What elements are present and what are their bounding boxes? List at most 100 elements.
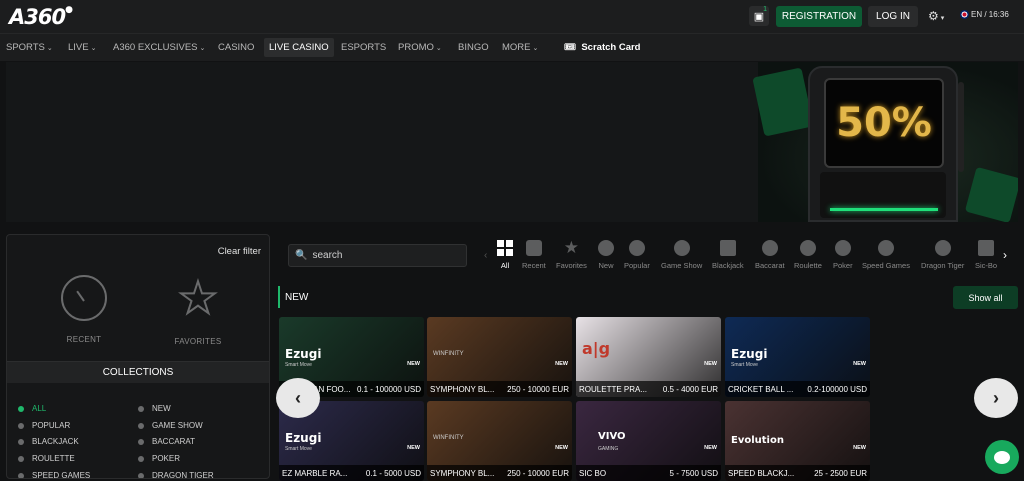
settings-button[interactable]: ⚙ ▾ (928, 9, 944, 23)
provider-logo: Ezugi (731, 347, 768, 361)
chevron-down-icon: ⌄ (199, 45, 206, 52)
slot-machine-illustration: 50% (808, 66, 958, 222)
gift-box-decoration (964, 166, 1018, 222)
show-all-button[interactable]: Show all (953, 286, 1018, 309)
search-input[interactable] (312, 250, 463, 261)
game-limits: 0.1 - 5000 USD (365, 468, 421, 478)
new-badge: NEW (853, 361, 866, 367)
new-badge: NEW (704, 361, 717, 367)
collection-baccarat[interactable]: BACCARAT (138, 437, 195, 446)
language-label: EN / 16:36 (971, 10, 1009, 19)
game-limits: 250 - 10000 EUR (507, 468, 569, 478)
chevron-left-icon: ‹ (295, 387, 301, 408)
search-box[interactable]: 🔍 (288, 244, 467, 267)
recent-filter[interactable]: RECENT (39, 275, 129, 344)
category-speed-games[interactable]: Speed Games (862, 240, 910, 270)
provider-sub: Smart Move (285, 446, 312, 452)
category-all[interactable]: All (497, 240, 513, 270)
game-tile[interactable]: Evolution NEW SPEED BLACKJ... 25 - 2500 E… (725, 401, 870, 481)
game-tile[interactable]: WINFINITY NEW SYMPHONY BL... 250 - 10000 … (427, 317, 572, 397)
collection-speed-games[interactable]: SPEED GAMES (18, 471, 90, 478)
new-badge-icon (598, 240, 614, 256)
clear-filter-link[interactable]: Clear filter (218, 246, 261, 257)
promo-banner[interactable]: 50% (6, 62, 1018, 222)
new-badge: NEW (555, 445, 568, 451)
provider-sub: Smart Move (731, 362, 758, 368)
section-title: NEW (278, 286, 308, 308)
category-next-button[interactable]: › (1003, 248, 1007, 262)
dragon-icon (934, 240, 951, 256)
game-tile[interactable]: WINFINITY NEW SYMPHONY BL... 250 - 10000 … (427, 401, 572, 481)
game-caption: ROULETTE PRA... 0.5 - 4000 EUR (576, 381, 721, 397)
chevron-down-icon: ⌄ (435, 45, 442, 52)
carousel-next-button[interactable]: › (974, 378, 1018, 418)
language-selector[interactable]: EN / 16:36 (960, 10, 1009, 19)
nav-more[interactable]: MORE ⌄ (502, 42, 538, 53)
category-blackjack[interactable]: Blackjack (712, 240, 744, 270)
category-recent[interactable]: Recent (522, 240, 546, 270)
game-tile[interactable]: a|g NEW ROULETTE PRA... 0.5 - 4000 EUR (576, 317, 721, 397)
provider-sub: WINFINITY (433, 435, 464, 441)
gift-count-badge: 1 (763, 6, 767, 13)
category-roulette[interactable]: Roulette (794, 240, 822, 270)
new-badge: NEW (555, 361, 568, 367)
game-caption: SYMPHONY BL... 250 - 10000 EUR (427, 381, 572, 397)
collection-dragon-tiger[interactable]: DRAGON TIGER (138, 471, 214, 478)
game-name: ROULETTE PRA... (579, 384, 648, 394)
chevron-down-icon: ⌄ (90, 45, 97, 52)
collection-poker[interactable]: POKER (138, 454, 180, 463)
chevron-down-icon: ▾ (940, 15, 945, 22)
nav-a360-exclusives[interactable]: A360 EXCLUSIVES ⌄ (113, 42, 205, 53)
baccarat-icon (761, 240, 778, 256)
nav-promo[interactable]: PROMO ⌄ (398, 42, 442, 53)
category-poker[interactable]: Poker (833, 240, 853, 270)
slot-lever (958, 82, 964, 172)
favorites-label: FAVORITES (174, 337, 222, 346)
category-dragon-tiger[interactable]: Dragon Tiger (921, 240, 964, 270)
game-limits: 0.5 - 4000 EUR (662, 384, 718, 394)
game-limits: 0.2-100000 USD (807, 384, 867, 394)
category-prev-button[interactable]: ‹ (484, 250, 487, 261)
nav-scratch-card[interactable]: 🎟 Scratch Card (564, 42, 640, 53)
game-name: SIC BO (579, 468, 607, 478)
category-popular[interactable]: Popular (624, 240, 650, 270)
category-game-show[interactable]: Game Show (661, 240, 702, 270)
category-baccarat[interactable]: Baccarat (755, 240, 785, 270)
category-sic-bo[interactable]: Sic-Bo (975, 240, 997, 270)
game-tile[interactable]: Ezugi Smart Move NEW CRICKET BALL ... 0.2… (725, 317, 870, 397)
registration-button[interactable]: REGISTRATION (776, 6, 862, 27)
favorites-filter[interactable]: ★ FAVORITES (153, 274, 243, 347)
roulette-icon (799, 240, 816, 256)
collection-roulette[interactable]: ROULETTE (18, 454, 75, 463)
top-bar: A360● ▣ 1 REGISTRATION LOG IN ⚙ ▾ EN / 16… (0, 0, 1024, 33)
nav-casino[interactable]: CASINO (218, 42, 254, 53)
fire-icon (628, 240, 645, 256)
main-nav: SPORTS ⌄ LIVE ⌄ A360 EXCLUSIVES ⌄ CASINO LI… (0, 33, 1024, 61)
collection-new[interactable]: NEW (138, 404, 171, 413)
star-icon: ★ (563, 238, 580, 257)
provider-logo: Ezugi (285, 431, 322, 445)
category-favorites[interactable]: ★ Favorites (556, 238, 587, 270)
collection-all[interactable]: ALL (18, 404, 46, 413)
banner-artwork: 50% (752, 62, 1018, 222)
category-new[interactable]: New (598, 240, 614, 270)
login-button[interactable]: LOG IN (868, 6, 918, 27)
game-tile[interactable]: VIVO GAMING NEW SIC BO 5 - 7500 USD (576, 401, 721, 481)
collection-popular[interactable]: POPULAR (18, 421, 70, 430)
gift-button[interactable]: ▣ 1 (749, 6, 769, 26)
star-icon: ★ (177, 274, 218, 324)
grid-icon (497, 240, 513, 256)
collection-blackjack[interactable]: BLACKJACK (18, 437, 79, 446)
nav-live-casino[interactable]: LIVE CASINO (264, 38, 334, 57)
provider-logo: Ezugi (285, 347, 322, 361)
nav-esports[interactable]: ESPORTS (341, 42, 386, 53)
nav-live[interactable]: LIVE ⌄ (68, 42, 96, 53)
chat-button[interactable] (985, 440, 1019, 474)
carousel-prev-button[interactable]: ‹ (276, 378, 320, 418)
collection-game-show[interactable]: GAME SHOW (138, 421, 203, 430)
collections-header: COLLECTIONS (7, 361, 269, 383)
nav-sports[interactable]: SPORTS ⌄ (6, 42, 53, 53)
nav-bingo[interactable]: BINGO (458, 42, 489, 53)
game-name: SYMPHONY BL... (430, 384, 495, 394)
logo[interactable]: A360● (9, 5, 73, 29)
